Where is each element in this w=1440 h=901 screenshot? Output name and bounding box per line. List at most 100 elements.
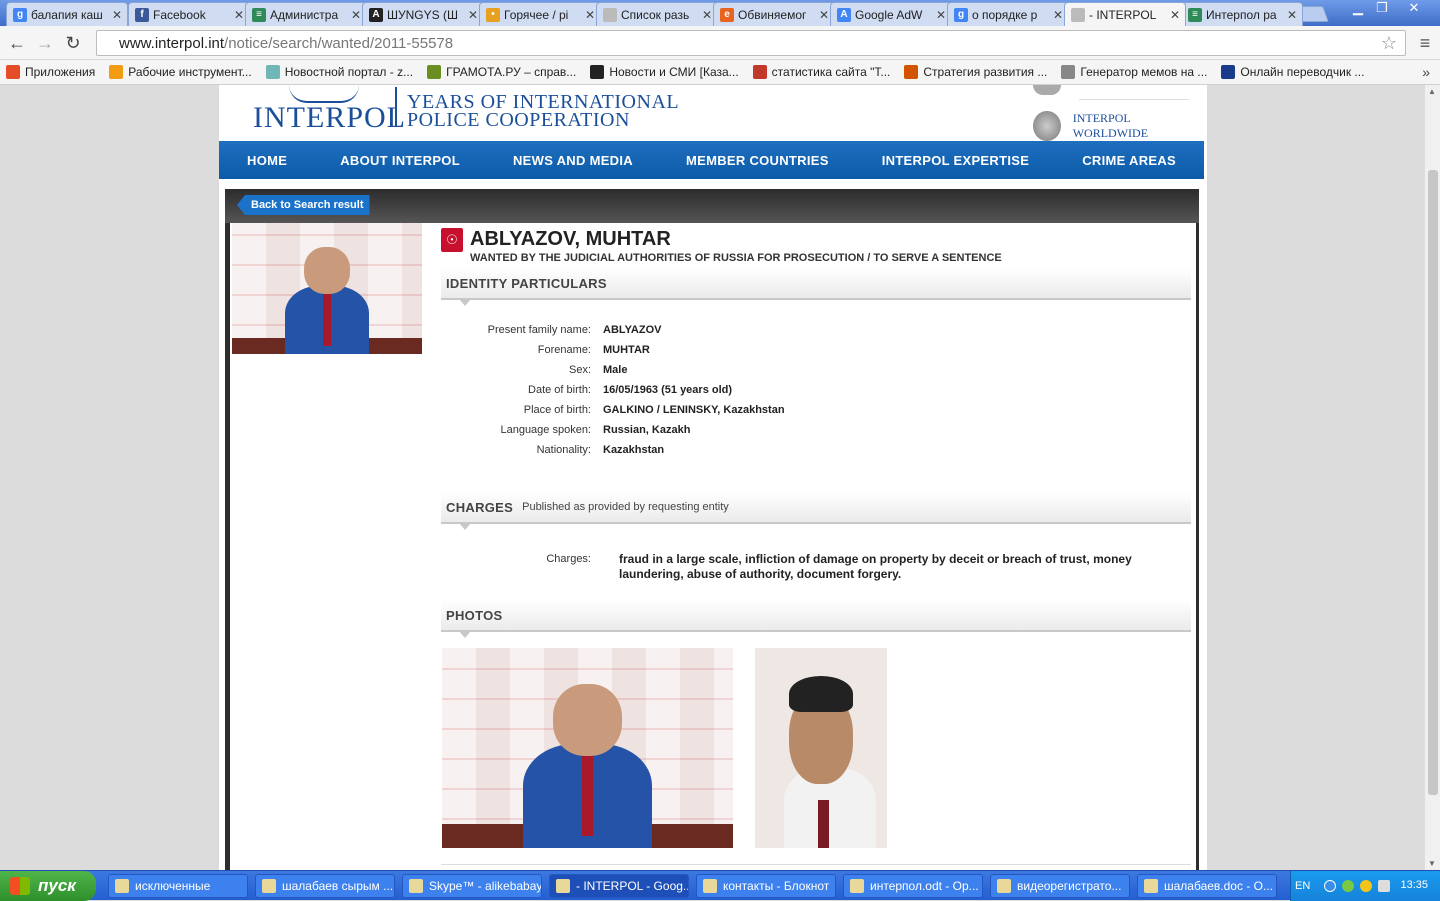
bookmarks-overflow-icon[interactable]: » bbox=[1422, 64, 1430, 80]
browser-tab[interactable]: - INTERPOL ✕ bbox=[1064, 2, 1186, 26]
tray-shield-icon[interactable] bbox=[1342, 880, 1355, 892]
close-tab-icon[interactable]: ✕ bbox=[1286, 8, 1298, 22]
browser-tab[interactable]: A ШУNGYS (Ш ✕ bbox=[362, 2, 484, 26]
field-value: Russian, Kazakh bbox=[603, 424, 691, 436]
identity-field-row: Forename: MUHTAR bbox=[441, 344, 650, 364]
task-label: Skype™ - alikebabay bbox=[429, 879, 542, 893]
bookmark-star-icon[interactable]: ☆ bbox=[1381, 33, 1397, 54]
taskbar-task[interactable]: - INTERPOL - Goog... bbox=[549, 874, 689, 898]
browser-tab[interactable]: ≡ Администра ✕ bbox=[245, 2, 367, 26]
taskbar-task[interactable]: Skype™ - alikebabay bbox=[402, 874, 542, 898]
site-banner: INTERPOL YEARS OF INTERNATIONAL POLICE C… bbox=[219, 85, 1207, 141]
app-icon bbox=[703, 879, 717, 893]
bookmark-item[interactable]: Новости и СМИ [Каза... bbox=[590, 65, 739, 79]
nav-item-member-countries[interactable]: MEMBER COUNTRIES bbox=[686, 153, 829, 168]
browser-tab[interactable]: ≡ Интерпол ра ✕ bbox=[1181, 2, 1303, 26]
taskbar-task[interactable]: контакты - Блокнот bbox=[696, 874, 836, 898]
adwords-icon: A bbox=[837, 7, 851, 22]
close-tab-icon[interactable]: ✕ bbox=[818, 8, 830, 22]
close-window-button[interactable]: ✕ bbox=[1402, 0, 1426, 18]
field-label: Date of birth: bbox=[528, 384, 591, 396]
notice-content: ☉ ABLYAZOV, MUHTAR WANTED BY THE JUDICIA… bbox=[230, 223, 1196, 870]
bookmark-label: Новостной портал - z... bbox=[284, 65, 414, 79]
photo-thumbnail[interactable] bbox=[442, 648, 733, 848]
nav-item-news-and-media[interactable]: NEWS AND MEDIA bbox=[513, 153, 633, 168]
start-label: пуск bbox=[38, 876, 76, 895]
taskbar-task[interactable]: исключенные bbox=[108, 874, 248, 898]
tab-label: ШУNGYS (Ш bbox=[387, 7, 458, 22]
app-icon bbox=[556, 879, 570, 893]
interpol-logo-text[interactable]: INTERPOL bbox=[253, 101, 406, 135]
taskbar-task[interactable]: видеорегистрато... bbox=[990, 874, 1130, 898]
minimize-button[interactable]: ▁ bbox=[1346, 0, 1370, 18]
close-tab-icon[interactable]: ✕ bbox=[584, 8, 596, 22]
bookmark-item[interactable]: Приложения bbox=[6, 65, 95, 79]
browser-tab[interactable]: e Обвиняемог ✕ bbox=[713, 2, 835, 26]
scrollbar-thumb[interactable] bbox=[1428, 170, 1438, 795]
admin-icon: ≡ bbox=[252, 7, 266, 22]
close-tab-icon[interactable]: ✕ bbox=[935, 8, 947, 22]
browser-tab[interactable]: Список разь ✕ bbox=[596, 2, 718, 26]
taskbar-task[interactable]: шалабаев.doc - O... bbox=[1137, 874, 1277, 898]
tab-label: Интерпол ра bbox=[1206, 7, 1277, 22]
address-bar[interactable]: www.interpol.int/notice/search/wanted/20… bbox=[96, 30, 1406, 56]
back-arrow-icon[interactable]: ← bbox=[6, 32, 28, 54]
browser-tab[interactable]: • Горячее / pi ✕ bbox=[479, 2, 601, 26]
browser-tab[interactable]: A Google AdW ✕ bbox=[830, 2, 952, 26]
logo-tagline-line2: POLICE COOPERATION bbox=[407, 109, 630, 131]
nav-item-interpol-expertise[interactable]: INTERPOL EXPERTISE bbox=[882, 153, 1029, 168]
interpol-worldwide-link[interactable]: INTERPOL WORLDWIDE bbox=[1033, 111, 1207, 141]
nav-item-about-interpol[interactable]: ABOUT INTERPOL bbox=[340, 153, 460, 168]
photo-thumbnail[interactable] bbox=[755, 648, 887, 848]
close-tab-icon[interactable]: ✕ bbox=[701, 8, 713, 22]
document-icon bbox=[603, 7, 617, 22]
tray-status-icon[interactable] bbox=[1360, 880, 1373, 892]
start-button[interactable]: пуск bbox=[0, 871, 96, 901]
field-value: GALKINO / LENINSKY, Kazakhstan bbox=[603, 404, 785, 416]
bookmark-item[interactable]: статистика сайта "Т... bbox=[752, 65, 890, 79]
browser-tab[interactable]: f Facebook ✕ bbox=[128, 2, 250, 26]
charges-label: Charges: bbox=[546, 553, 591, 565]
bookmark-item[interactable]: Новостной портал - z... bbox=[265, 65, 414, 79]
nav-item-crime-areas[interactable]: CRIME AREAS bbox=[1082, 153, 1176, 168]
taskbar-task[interactable]: интерпол.odt - Op... bbox=[843, 874, 983, 898]
page-scrollbar[interactable]: ▲ ▼ bbox=[1424, 85, 1440, 870]
bookmark-label: Онлайн переводчик ... bbox=[1240, 65, 1365, 79]
close-tab-icon[interactable]: ✕ bbox=[1052, 8, 1064, 22]
close-tab-icon[interactable]: ✕ bbox=[111, 8, 123, 22]
scroll-down-icon[interactable]: ▼ bbox=[1428, 859, 1436, 868]
task-label: шалабаев сырым ... bbox=[282, 879, 394, 893]
chrome-menu-icon[interactable]: ≡ bbox=[1414, 32, 1436, 54]
bookmark-item[interactable]: Рабочие инструмент... bbox=[109, 65, 252, 79]
forward-arrow-icon[interactable]: → bbox=[34, 32, 56, 54]
tray-arrow-icon[interactable] bbox=[1324, 880, 1337, 892]
bookmark-item[interactable]: Генератор мемов на ... bbox=[1061, 65, 1207, 79]
tray-network-icon[interactable] bbox=[1378, 880, 1391, 892]
browser-tab[interactable]: g о порядке р ✕ bbox=[947, 2, 1069, 26]
field-value: 16/05/1963 (51 years old) bbox=[603, 384, 733, 396]
close-tab-icon[interactable]: ✕ bbox=[467, 8, 479, 22]
maximize-button[interactable]: ❐ bbox=[1370, 0, 1394, 18]
close-tab-icon[interactable]: ✕ bbox=[350, 8, 362, 22]
taskbar-task[interactable]: шалабаев сырым ... bbox=[255, 874, 395, 898]
interpol-page: INTERPOL YEARS OF INTERNATIONAL POLICE C… bbox=[219, 85, 1207, 870]
app-icon bbox=[997, 879, 1011, 893]
bookmark-item[interactable]: ГРАМОТА.РУ – справ... bbox=[427, 65, 576, 79]
bookmark-item[interactable]: Стратегия развития ... bbox=[904, 65, 1047, 79]
reload-icon[interactable]: ↻ bbox=[62, 32, 84, 54]
nav-item-home[interactable]: HOME bbox=[247, 153, 287, 168]
main-photo[interactable] bbox=[232, 223, 422, 354]
tab-label: Администра bbox=[270, 7, 339, 22]
app-icon bbox=[115, 879, 129, 893]
notice-frame: Back to Search result ☉ ABLYAZOV, MUHTAR… bbox=[225, 189, 1199, 870]
app-icon bbox=[409, 879, 423, 893]
scroll-up-icon[interactable]: ▲ bbox=[1428, 87, 1436, 96]
bookmark-item[interactable]: Онлайн переводчик ... bbox=[1221, 65, 1364, 79]
close-tab-icon[interactable]: ✕ bbox=[233, 8, 245, 22]
tree-icon bbox=[265, 65, 280, 79]
browser-toolbar: ← → ↻ www.interpol.int/notice/search/wan… bbox=[0, 26, 1440, 60]
close-tab-icon[interactable]: ✕ bbox=[1169, 8, 1181, 22]
browser-tab[interactable]: g балапия каш ✕ bbox=[6, 2, 128, 26]
back-to-search-button[interactable]: Back to Search result bbox=[237, 195, 370, 215]
language-indicator[interactable]: EN bbox=[1295, 880, 1310, 892]
